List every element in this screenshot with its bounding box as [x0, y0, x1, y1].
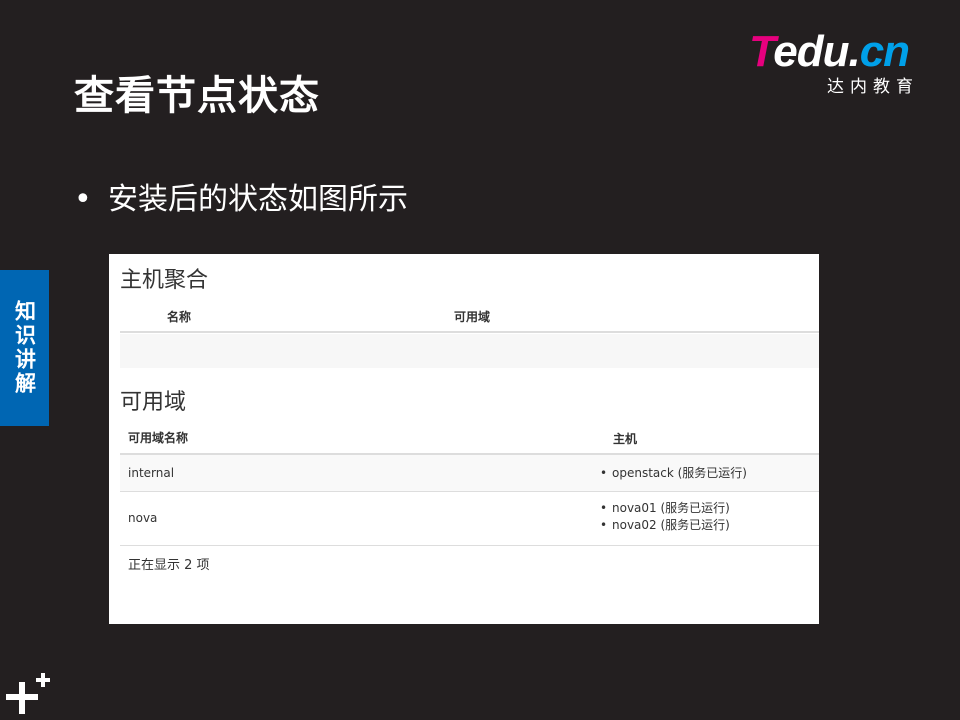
item-count-footer: 正在显示 2 项 — [128, 558, 210, 573]
logo-subtitle: 达内教育 — [827, 77, 919, 97]
hosts-cell: openstack (服务已运行) — [600, 465, 747, 482]
row-divider — [120, 491, 819, 492]
logo-edu: edu. — [773, 27, 860, 76]
hosts-cell: nova01 (服务已运行) nova02 (服务已运行) — [600, 500, 730, 534]
tedu-logo: Tedu.cn 达内教育 — [745, 28, 935, 100]
host-aggregates-title: 主机聚合 — [120, 268, 209, 293]
host-list-item: nova02 (服务已运行) — [600, 517, 730, 534]
dashboard-screenshot-panel: 主机聚合 名称 可用域 可用域 可用域名称 主机 internal openst… — [109, 254, 819, 624]
col-header-zone-name[interactable]: 可用域名称 — [128, 429, 188, 446]
bullet-dot-icon: • — [74, 182, 92, 217]
availability-zones-title: 可用域 — [120, 390, 187, 415]
table-header-divider — [120, 331, 819, 333]
bullet-text: 安装后的状态如图所示 — [108, 182, 408, 217]
logo-t: T — [749, 27, 774, 76]
empty-table-row — [120, 334, 819, 368]
col-header-hosts[interactable]: 主机 — [613, 430, 637, 447]
plus-plus-icon — [6, 673, 50, 714]
zone-name-cell: internal — [128, 466, 175, 480]
host-list-item: openstack (服务已运行) — [600, 465, 747, 482]
row-divider — [120, 545, 819, 546]
zone-name-cell: nova — [128, 511, 158, 525]
col-header-name[interactable]: 名称 — [167, 308, 191, 325]
col-header-zone[interactable]: 可用域 — [454, 308, 490, 325]
logo-cn: cn — [859, 27, 910, 76]
side-tab-knowledge: 知识讲解 — [0, 270, 49, 426]
host-list-item: nova01 (服务已运行) — [600, 500, 730, 517]
page-title: 查看节点状态 — [74, 73, 320, 119]
side-tab-label: 知识讲解 — [12, 300, 37, 396]
logo-wordmark: Tedu.cn — [749, 27, 910, 76]
bullet-item: • 安装后的状态如图所示 — [74, 180, 408, 220]
